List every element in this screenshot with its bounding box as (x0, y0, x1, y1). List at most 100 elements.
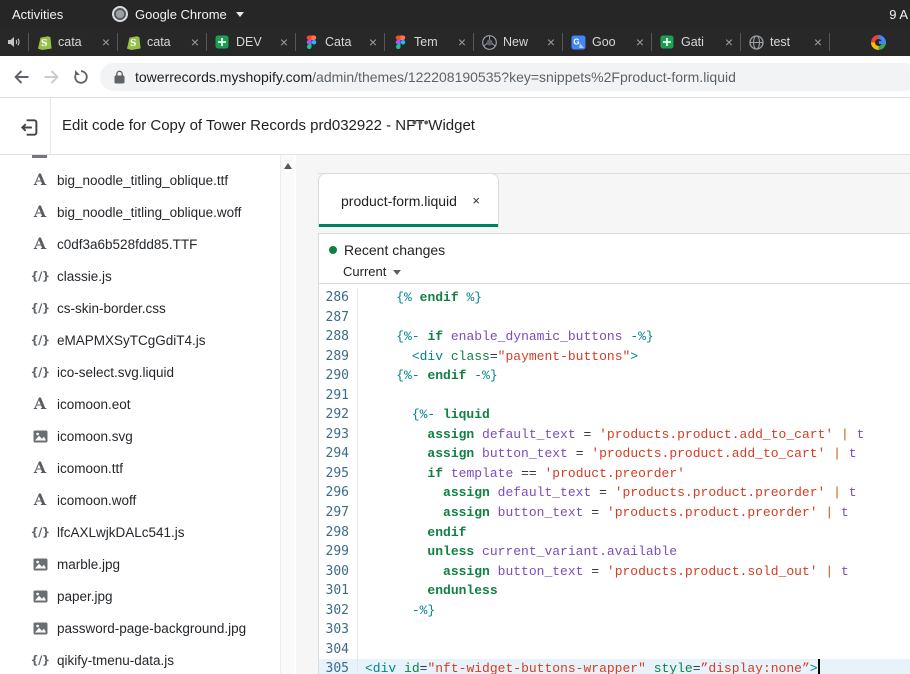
code-line-300[interactable]: 300 assign button_text = 'products.produ… (319, 562, 910, 582)
scroll-up-icon[interactable] (284, 163, 292, 169)
code-line-304[interactable]: 304 (319, 640, 910, 660)
code-text[interactable] (358, 386, 365, 406)
code-line-302[interactable]: 302 -%} (319, 601, 910, 621)
file-item-big_noodle_titling_oblique.woff[interactable]: Abig_noodle_titling_oblique.woff (0, 196, 296, 228)
address-bar[interactable]: towerrecords.myshopify.com/admin/themes/… (100, 63, 910, 91)
code-text[interactable]: endunless (358, 581, 498, 601)
code-line-294[interactable]: 294 assign button_text = 'products.produ… (319, 444, 910, 464)
code-line-291[interactable]: 291 (319, 386, 910, 406)
app-menu[interactable]: Google Chrome (112, 6, 244, 22)
code-line-295[interactable]: 295 if template == 'product.preorder' (319, 464, 910, 484)
code-text[interactable]: unless current_variant.available (358, 542, 677, 562)
tab-close-icon[interactable]: × (636, 35, 644, 49)
code-text[interactable] (358, 640, 365, 660)
code-line-298[interactable]: 298 endif (319, 523, 910, 543)
browser-tab-Cata[interactable]: Cata× (296, 28, 384, 56)
code-line-301[interactable]: 301 endunless (319, 581, 910, 601)
tab-close-icon[interactable]: × (369, 35, 377, 49)
reload-button[interactable] (66, 69, 96, 85)
url-path: /admin/themes/122208190535?key=snippets%… (312, 69, 736, 85)
code-text[interactable]: <div id="nft-widget-buttons-wrapper" sty… (358, 659, 820, 674)
file-item-ico-select.svg.liquid[interactable]: {/}ico-select.svg.liquid (0, 356, 296, 388)
tab-close-icon[interactable]: × (191, 35, 199, 49)
more-actions-button[interactable]: ••• (412, 114, 430, 130)
file-item-icomoon.svg[interactable]: icomoon.svg (0, 420, 296, 452)
browser-tab-cata[interactable]: Scata× (118, 28, 206, 56)
code-line-293[interactable]: 293 assign default_text = 'products.prod… (319, 425, 910, 445)
code-text[interactable]: {%- endif -%} (358, 366, 498, 386)
file-item-icomoon.ttf[interactable]: Aicomoon.ttf (0, 452, 296, 484)
code-text[interactable]: <div class="payment-buttons"> (358, 347, 638, 367)
file-item-password-page-background.jpg[interactable]: password-page-background.jpg (0, 612, 296, 644)
back-button[interactable] (6, 69, 36, 85)
tab-close-icon[interactable]: × (280, 35, 288, 49)
tab-close-icon[interactable]: × (458, 35, 466, 49)
exit-code-editor-button[interactable] (16, 114, 42, 140)
code-text[interactable] (358, 620, 365, 640)
code-text[interactable]: if template == 'product.preorder' (358, 464, 685, 484)
activities-button[interactable]: Activities (12, 7, 63, 22)
code-text[interactable]: assign default_text = 'products.product.… (358, 483, 857, 503)
file-item-qikify-tmenu-data.js[interactable]: {/}qikify-tmenu-data.js (0, 644, 296, 674)
audio-speaker-icon[interactable] (0, 36, 28, 48)
figma-favicon-icon (303, 34, 319, 50)
code-line-296[interactable]: 296 assign default_text = 'products.prod… (319, 483, 910, 503)
file-item-lfcAXLwjkDALc541.js[interactable]: {/}lfcAXLwjkDALc541.js (0, 516, 296, 548)
tab-close-icon[interactable]: × (814, 35, 822, 49)
editor-tab-close-icon[interactable]: × (472, 193, 480, 208)
code-line-303[interactable]: 303 (319, 620, 910, 640)
file-item-cs-skin-border.css[interactable]: {/}cs-skin-border.css (0, 292, 296, 324)
code-line-292[interactable]: 292 {%- liquid (319, 405, 910, 425)
code-line-287[interactable]: 287 (319, 308, 910, 328)
file-item-c0df3a6b528fdd85.TTF[interactable]: Ac0df3a6b528fdd85.TTF (0, 228, 296, 260)
file-item-classie.js[interactable]: {/}classie.js (0, 260, 296, 292)
tab-close-icon[interactable]: × (547, 35, 555, 49)
browser-tab-Goo[interactable]: GGoo× (563, 28, 651, 56)
code-line-286[interactable]: 286 {% endif %} (319, 288, 910, 308)
code-line-290[interactable]: 290 {%- endif -%} (319, 366, 910, 386)
code-text[interactable]: assign default_text = 'products.product.… (358, 425, 864, 445)
editor-tab-product-form[interactable]: product-form.liquid × (318, 173, 499, 227)
code-text[interactable] (358, 308, 365, 328)
code-line-288[interactable]: 288 {%- if enable_dynamic_buttons -%} (319, 327, 910, 347)
browser-tab-DEV[interactable]: DEV× (207, 28, 295, 56)
browser-tab-New[interactable]: New× (474, 28, 562, 56)
browser-tab-test[interactable]: test× (741, 28, 829, 56)
tab-close-icon[interactable]: × (102, 35, 110, 49)
file-item-big_noodle_titling_oblique.ttf[interactable]: Abig_noodle_titling_oblique.ttf (0, 164, 296, 196)
forward-button[interactable] (36, 69, 66, 85)
code-text[interactable]: -%} (358, 601, 435, 621)
code-text[interactable]: assign button_text = 'products.product.s… (358, 562, 849, 582)
code-line-289[interactable]: 289 <div class="payment-buttons"> (319, 347, 910, 367)
tab-close-icon[interactable]: × (725, 35, 733, 49)
code-text[interactable]: {% endif %} (358, 288, 482, 308)
file-name: classie.js (57, 269, 112, 284)
code-text[interactable]: {%- if enable_dynamic_buttons -%} (358, 327, 654, 347)
sheets-favicon-icon (214, 34, 230, 50)
file-item-paper.jpg[interactable]: paper.jpg (0, 580, 296, 612)
code-line-305[interactable]: 305<div id="nft-widget-buttons-wrapper" … (319, 659, 910, 674)
file-item-icomoon.eot[interactable]: Aicomoon.eot (0, 388, 296, 420)
lock-icon (114, 70, 125, 84)
code-text[interactable]: endif (358, 523, 466, 543)
sheets-favicon-icon (659, 34, 675, 50)
file-name: cs-skin-border.css (57, 301, 166, 316)
code-line-299[interactable]: 299 unless current_variant.available (319, 542, 910, 562)
code-editor[interactable]: 286 {% endif %}287288 {%- if enable_dyna… (318, 284, 910, 674)
browser-tab-cata[interactable]: Scata× (29, 28, 117, 56)
sidebar-scrollbar[interactable] (280, 155, 294, 674)
file-item-marble.jpg[interactable]: marble.jpg (0, 548, 296, 580)
code-text[interactable]: {%- liquid (358, 405, 490, 425)
code-line-297[interactable]: 297 assign button_text = 'products.produ… (319, 503, 910, 523)
file-item-eMAPMXSyTCgGdiT4.js[interactable]: {/}eMAPMXSyTCgGdiT4.js (0, 324, 296, 356)
browser-tab-Tem[interactable]: Tem× (385, 28, 473, 56)
file-item-icomoon.woff[interactable]: Aicomoon.woff (0, 484, 296, 516)
font-file-icon: A (32, 396, 48, 412)
clock[interactable]: 9 A (889, 7, 908, 22)
browser-tab-google[interactable] (830, 28, 910, 56)
version-dropdown[interactable]: Current (343, 264, 401, 279)
code-text[interactable]: assign button_text = 'products.product.a… (358, 444, 857, 464)
file-name: icomoon.eot (57, 397, 131, 412)
browser-tab-Gati[interactable]: Gati× (652, 28, 740, 56)
code-text[interactable]: assign button_text = 'products.product.p… (358, 503, 849, 523)
